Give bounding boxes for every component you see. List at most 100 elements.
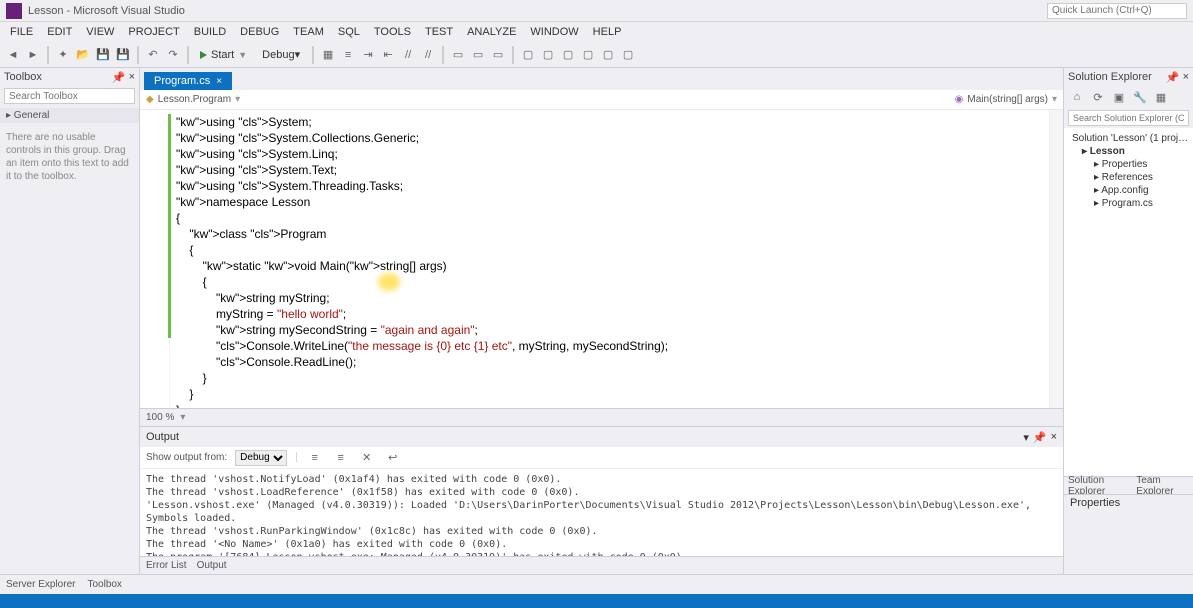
toolbox-empty-message: There are no usable controls in this gro… — [0, 123, 139, 191]
refresh-icon[interactable]: ⟳ — [1089, 88, 1107, 106]
toolbox-search-input[interactable] — [4, 88, 135, 104]
properties-icon[interactable]: 🔧 — [1131, 88, 1149, 106]
dropdown-icon[interactable]: ▾ — [1023, 431, 1029, 444]
bottom-autohide-tabs: Server Explorer Toolbox — [0, 574, 1193, 594]
toolbox-title: Toolbox — [4, 71, 42, 83]
close-icon[interactable]: × — [216, 76, 222, 87]
play-icon — [200, 51, 207, 59]
start-debug-button[interactable]: Start ▼ — [194, 49, 253, 61]
show-output-from-label: Show output from: — [146, 452, 227, 463]
start-label: Start — [211, 49, 234, 61]
toolbar-icon[interactable]: ▢ — [519, 46, 537, 64]
config-dropdown[interactable]: Debug ▾ — [255, 46, 307, 64]
menu-edit[interactable]: EDIT — [41, 24, 78, 40]
title-bar: Lesson - Microsoft Visual Studio — [0, 0, 1193, 22]
menu-team[interactable]: TEAM — [287, 24, 330, 40]
menu-build[interactable]: BUILD — [188, 24, 232, 40]
toolbox-group-general[interactable]: ▸ General — [0, 108, 139, 123]
tree-node[interactable]: ▸ References — [1068, 171, 1189, 184]
tree-node[interactable]: Solution 'Lesson' (1 project) — [1068, 132, 1189, 145]
toolbar-icon[interactable]: ▭ — [489, 46, 507, 64]
clear-icon[interactable]: ✕ — [358, 449, 376, 467]
properties-panel: Properties — [1064, 494, 1193, 574]
toggle-wrap-icon[interactable]: ↩ — [384, 449, 402, 467]
solution-search-input[interactable] — [1068, 110, 1189, 126]
output-text[interactable]: The thread 'vshost.NotifyLoad' (0x1af4) … — [140, 469, 1063, 556]
pin-icon[interactable]: 📌 — [112, 71, 126, 84]
menu-analyze[interactable]: ANALYZE — [461, 24, 522, 40]
quick-launch-input[interactable] — [1047, 3, 1187, 19]
solution-tree[interactable]: Solution 'Lesson' (1 project)▸ Lesson▸ P… — [1064, 128, 1193, 476]
close-icon[interactable]: × — [129, 71, 135, 84]
window-title: Lesson - Microsoft Visual Studio — [28, 5, 1047, 17]
output-tab-error-list[interactable]: Error List — [146, 560, 187, 571]
toolbar-icon[interactable]: ▭ — [469, 46, 487, 64]
menu-project[interactable]: PROJECT — [122, 24, 185, 40]
new-project-icon[interactable]: ✦ — [54, 46, 72, 64]
autohide-tab[interactable]: Toolbox — [87, 579, 121, 590]
redo-icon[interactable]: ↷ — [164, 46, 182, 64]
toolbar-icon[interactable]: ▢ — [559, 46, 577, 64]
output-panel: Output ▾ 📌 × Show output from: Debug | ≡… — [140, 426, 1063, 556]
menu-debug[interactable]: DEBUG — [234, 24, 285, 40]
toolbar-icon[interactable]: ⇥ — [359, 46, 377, 64]
solution-explorer-title: Solution Explorer — [1068, 71, 1152, 83]
zoom-level[interactable]: 100 % — [146, 412, 174, 423]
output-toolbar-icon[interactable]: ≡ — [306, 449, 324, 467]
code-editor[interactable]: "kw">using "cls">System;"kw">using "cls"… — [140, 110, 1063, 408]
tree-node[interactable]: ▸ App.config — [1068, 184, 1189, 197]
undo-icon[interactable]: ↶ — [144, 46, 162, 64]
editor-nav-bar: ◆ Lesson.Program▾ ◉ Main(string[] args)▾ — [140, 90, 1063, 110]
toolbar-icon[interactable]: ▢ — [599, 46, 617, 64]
nav-fwd-icon[interactable]: ► — [24, 46, 42, 64]
document-tabstrip: Program.cs × — [140, 68, 1063, 90]
toolbar-icon[interactable]: ▢ — [539, 46, 557, 64]
autohide-tab[interactable]: Server Explorer — [6, 579, 75, 590]
output-title: Output — [146, 431, 179, 443]
status-bar — [0, 594, 1193, 608]
toolbar-icon[interactable]: ⇤ — [379, 46, 397, 64]
menu-help[interactable]: HELP — [587, 24, 628, 40]
vs-logo-icon — [6, 3, 22, 19]
nav-back-icon[interactable]: ◄ — [4, 46, 22, 64]
tree-node[interactable]: ▸ Lesson — [1068, 145, 1189, 158]
open-file-icon[interactable]: 📂 — [74, 46, 92, 64]
menu-test[interactable]: TEST — [419, 24, 459, 40]
toolbar-icon[interactable]: ≡ — [339, 46, 357, 64]
show-all-icon[interactable]: ▦ — [1152, 88, 1170, 106]
home-icon[interactable]: ⌂ — [1068, 88, 1086, 106]
menu-window[interactable]: WINDOW — [524, 24, 584, 40]
output-tabstrip: Error List Output — [140, 556, 1063, 574]
toolbar-icon[interactable]: // — [399, 46, 417, 64]
pin-icon[interactable]: 📌 — [1033, 431, 1047, 444]
tab-program-cs[interactable]: Program.cs × — [144, 72, 232, 90]
pin-icon[interactable]: 📌 — [1166, 71, 1180, 84]
tree-node[interactable]: ▸ Program.cs — [1068, 197, 1189, 210]
menu-sql[interactable]: SQL — [332, 24, 366, 40]
menu-bar: FILEEDITVIEWPROJECTBUILDDEBUGTEAMSQLTOOL… — [0, 22, 1193, 42]
vertical-scrollbar[interactable] — [1049, 110, 1063, 408]
solution-explorer-panel: Solution Explorer 📌 × ⌂ ⟳ ▣ 🔧 ▦ Solution… — [1063, 68, 1193, 574]
output-toolbar-icon[interactable]: ≡ — [332, 449, 350, 467]
menu-file[interactable]: FILE — [4, 24, 39, 40]
save-icon[interactable]: 💾 — [94, 46, 112, 64]
menu-view[interactable]: VIEW — [80, 24, 120, 40]
toolbar-icon[interactable]: ▦ — [319, 46, 337, 64]
close-icon[interactable]: × — [1051, 431, 1057, 444]
tab-label: Program.cs — [154, 75, 210, 87]
nav-class-dropdown[interactable]: ◆ Lesson.Program▾ — [146, 94, 240, 105]
properties-title: Properties — [1064, 495, 1193, 511]
output-tab-output[interactable]: Output — [197, 560, 227, 571]
toolbar-icon[interactable]: ▢ — [579, 46, 597, 64]
output-source-dropdown[interactable]: Debug — [235, 450, 287, 466]
toolbar-icon[interactable]: ▭ — [449, 46, 467, 64]
nav-member-dropdown[interactable]: ◉ Main(string[] args)▾ — [955, 94, 1057, 105]
collapse-icon[interactable]: ▣ — [1110, 88, 1128, 106]
toolbar-icon[interactable]: // — [419, 46, 437, 64]
menu-tools[interactable]: TOOLS — [368, 24, 417, 40]
close-icon[interactable]: × — [1183, 71, 1189, 84]
toolbox-panel: Toolbox 📌 × ▸ General There are no usabl… — [0, 68, 140, 574]
toolbar-icon[interactable]: ▢ — [619, 46, 637, 64]
save-all-icon[interactable]: 💾 — [114, 46, 132, 64]
tree-node[interactable]: ▸ Properties — [1068, 158, 1189, 171]
